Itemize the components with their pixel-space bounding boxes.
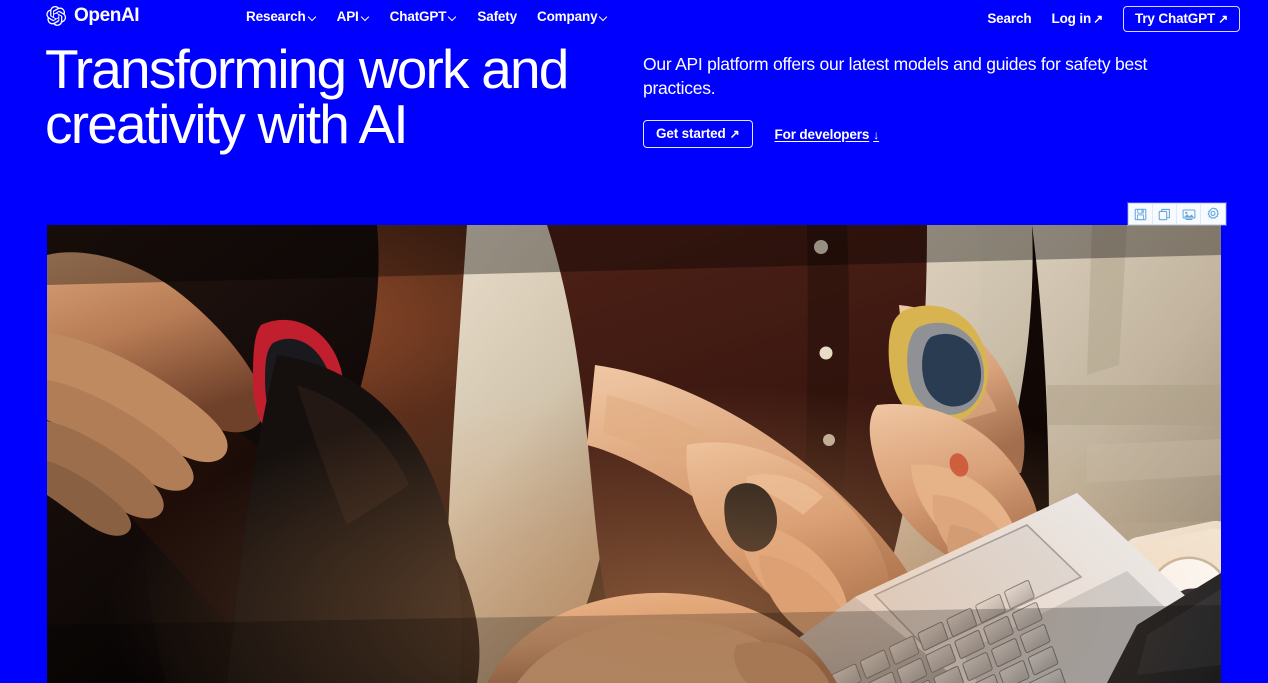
login-link[interactable]: Log in ↗ — [1051, 9, 1103, 29]
image-button[interactable] — [1177, 204, 1201, 224]
try-chatgpt-button[interactable]: Try ChatGPT ↗ — [1122, 6, 1240, 32]
try-chatgpt-label: Try ChatGPT — [1134, 11, 1216, 26]
utility-navigation: Search Log in ↗ Try ChatGPT ↗ — [987, 6, 1240, 32]
nav-item-label: Company — [536, 9, 598, 24]
for-developers-label: For developers — [774, 126, 870, 142]
save-button[interactable] — [1129, 204, 1153, 224]
openai-blossom-logo-icon — [45, 5, 67, 27]
settings-gear-icon — [1206, 207, 1220, 221]
brand-name: OpenAI — [74, 5, 140, 26]
nav-item-research[interactable]: Research — [246, 8, 317, 26]
arrow-up-right-icon: ↗ — [1218, 12, 1228, 26]
search-link[interactable]: Search — [987, 9, 1031, 29]
hero-section: Transforming work and creativity with AI… — [0, 34, 1268, 212]
brand-logo-link[interactable]: OpenAI — [45, 5, 140, 27]
arrow-up-right-icon: ↗ — [729, 127, 740, 141]
copy-icon — [1158, 208, 1171, 221]
page-title: Transforming work and creativity with AI — [45, 38, 569, 155]
image-overlay-toolbar[interactable] — [1128, 203, 1226, 225]
nav-item-label: API — [336, 9, 359, 24]
for-developers-link[interactable]: For developers ↓ — [775, 127, 880, 142]
nav-item-label: Safety — [477, 9, 517, 24]
get-started-label: Get started — [656, 126, 726, 141]
nav-item-label: Research — [246, 9, 306, 24]
chevron-down-icon — [362, 14, 370, 22]
settings-button[interactable] — [1201, 204, 1225, 224]
get-started-button[interactable]: Get started ↗ — [643, 120, 753, 148]
chevron-down-icon — [449, 14, 457, 22]
hero-photo — [47, 225, 1221, 683]
arrow-up-right-icon: ↗ — [1093, 12, 1103, 26]
copy-button[interactable] — [1153, 204, 1177, 224]
primary-navigation: Research API ChatGPT Safety Company — [246, 8, 608, 26]
save-icon — [1134, 208, 1147, 221]
hero-image — [47, 225, 1221, 683]
arrow-down-icon: ↓ — [873, 127, 880, 142]
login-label: Log in — [1051, 11, 1092, 26]
nav-item-label: ChatGPT — [389, 9, 447, 24]
nav-item-company[interactable]: Company — [537, 8, 608, 26]
site-header: OpenAI Research API ChatGPT Safety Compa… — [0, 0, 1268, 34]
nav-item-chatgpt[interactable]: ChatGPT — [390, 8, 458, 26]
hero-actions: Get started ↗ For developers ↓ — [643, 120, 1215, 148]
search-label: Search — [987, 11, 1032, 26]
nav-item-api[interactable]: API — [337, 8, 370, 26]
chevron-down-icon — [600, 14, 608, 22]
chevron-down-icon — [309, 14, 317, 22]
hero-description: Our API platform offers our latest model… — [643, 54, 1148, 98]
hero-right-column: Our API platform offers our latest model… — [643, 52, 1215, 148]
nav-item-safety[interactable]: Safety — [477, 8, 517, 26]
image-icon — [1182, 208, 1196, 221]
